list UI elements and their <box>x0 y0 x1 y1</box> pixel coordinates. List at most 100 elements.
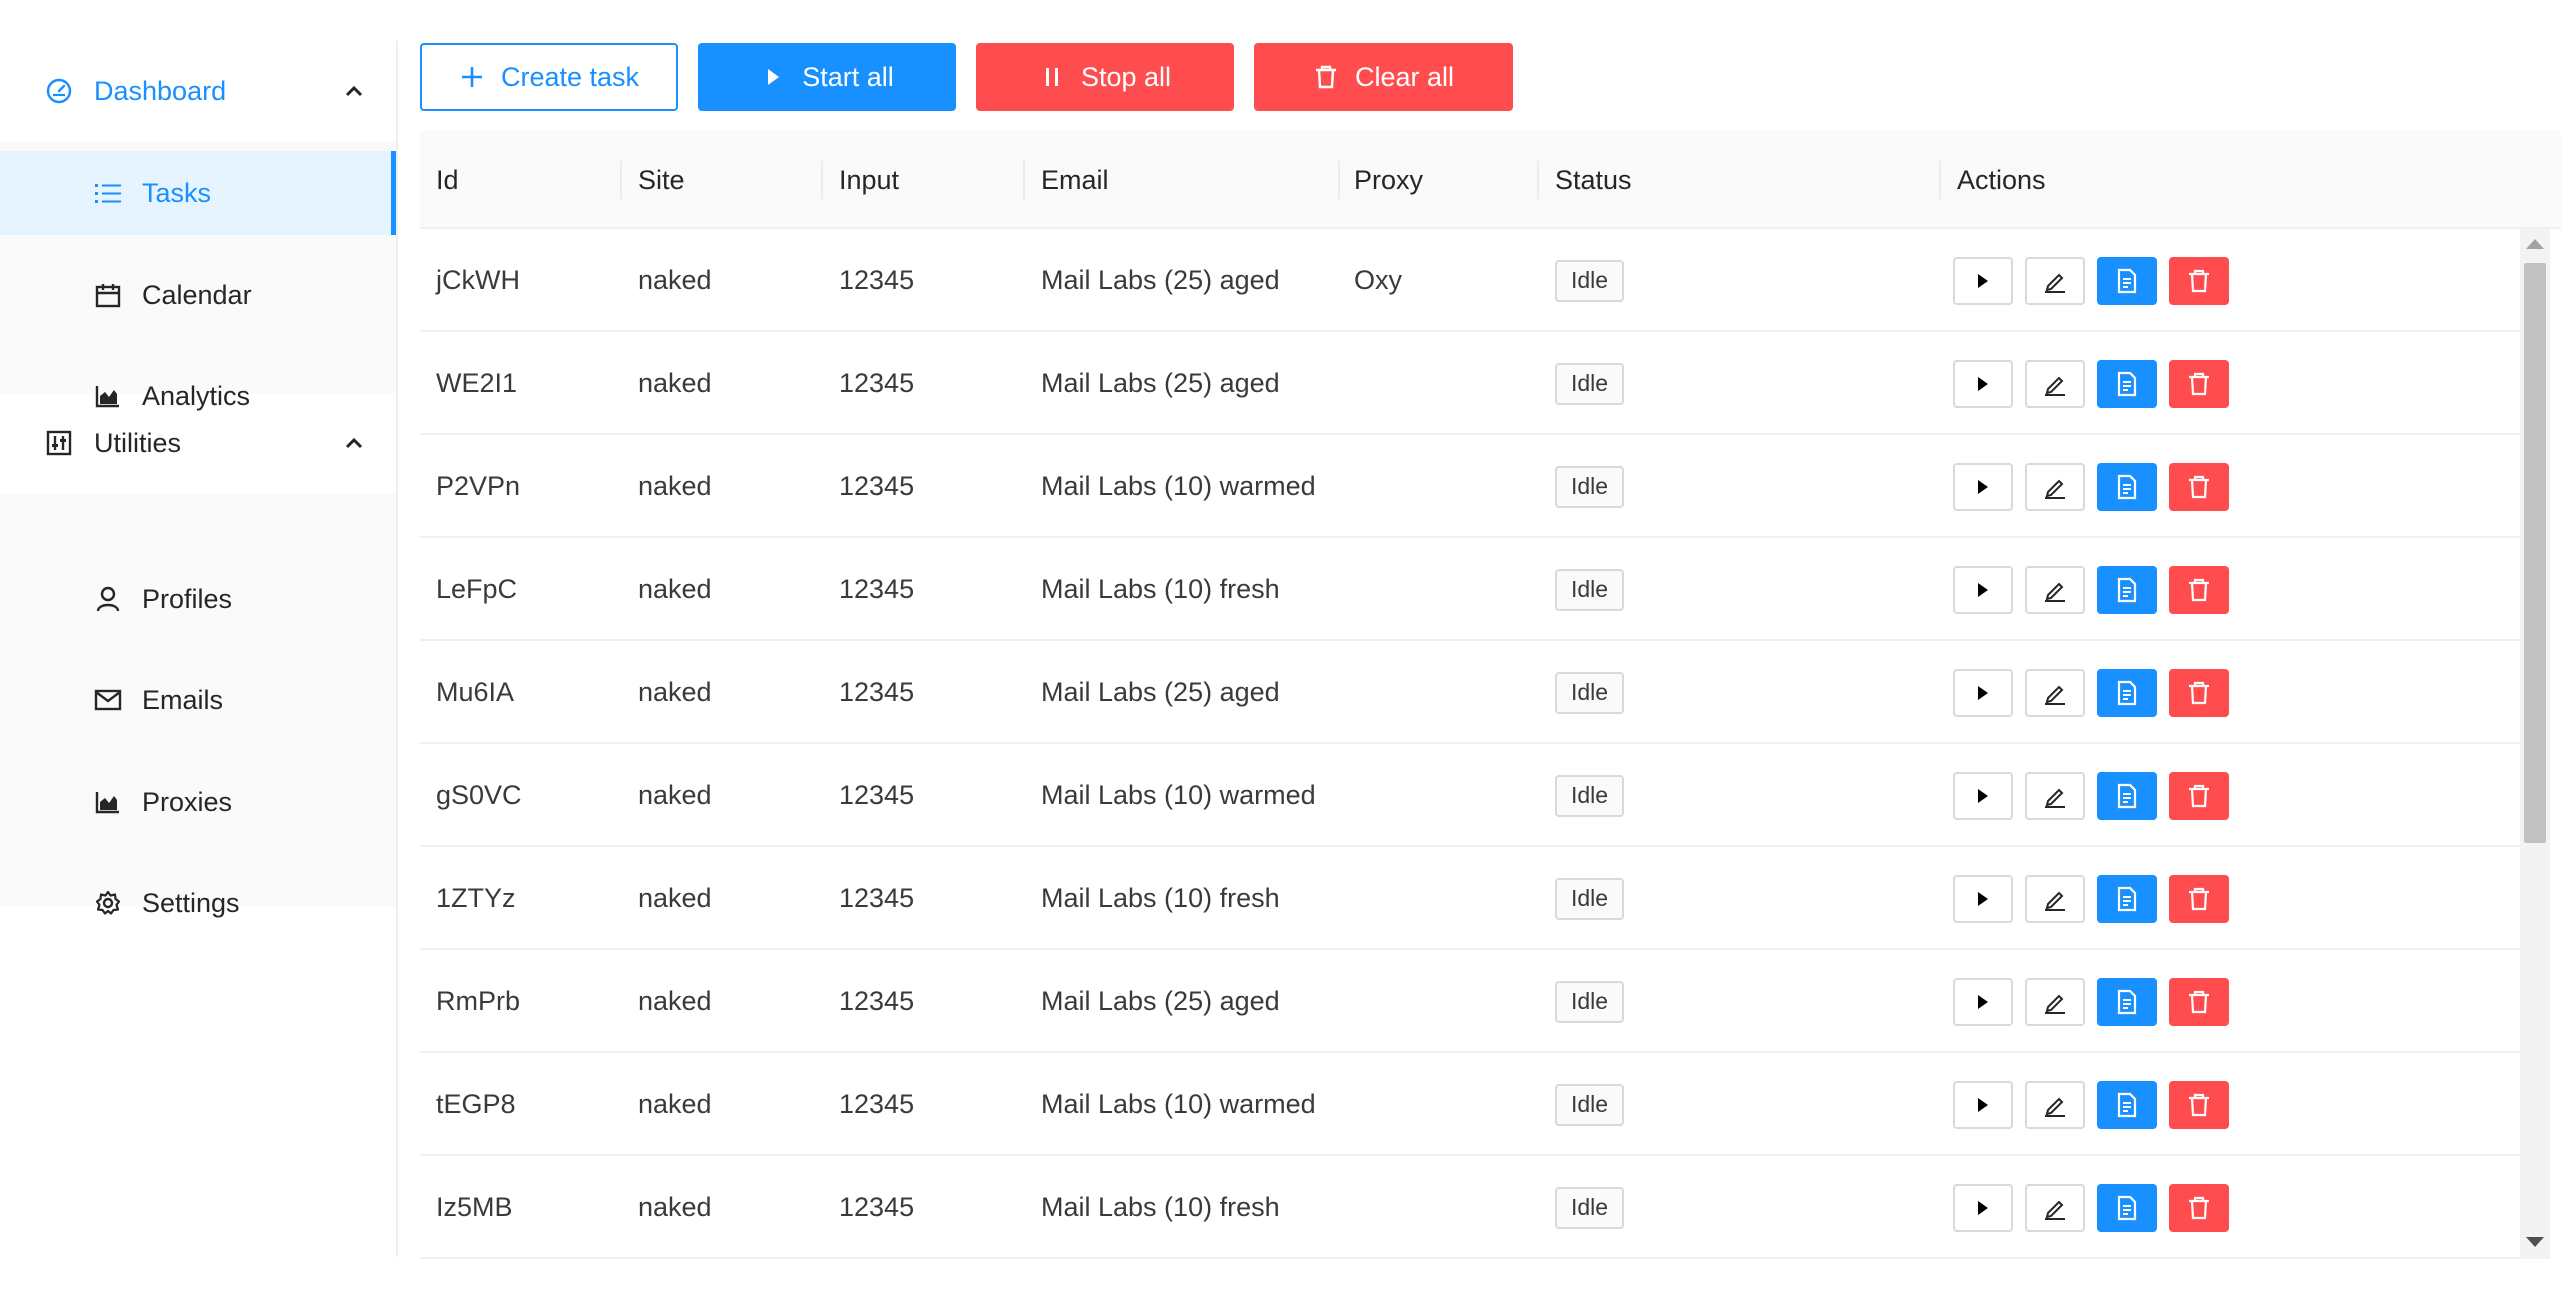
delete-task-button[interactable] <box>2169 669 2229 717</box>
caret-right-icon <box>1976 375 1990 393</box>
area-chart-icon <box>94 788 122 816</box>
status-badge: Idle <box>1555 1186 1625 1229</box>
status-badge: Idle <box>1555 877 1625 920</box>
start-task-button[interactable] <box>1953 463 2013 511</box>
view-log-button[interactable] <box>2097 463 2157 511</box>
table-row: gS0VC naked 12345 Mail Labs (10) warmed Idle <box>420 744 2520 847</box>
trash-icon <box>2188 990 2210 1014</box>
delete-task-button[interactable] <box>2169 257 2229 305</box>
edit-task-button[interactable] <box>2025 875 2085 923</box>
cell-site: naked <box>638 1192 712 1222</box>
cell-id: gS0VC <box>436 780 522 810</box>
sidebar-item-label: Settings <box>142 887 240 918</box>
menu-utilities[interactable]: Utilities <box>0 393 396 493</box>
menu-utilities-label: Utilities <box>94 427 182 458</box>
cell-status: Idle <box>1539 950 1625 1053</box>
start-all-button[interactable]: Start all <box>698 43 956 111</box>
cell-proxy <box>1338 435 1354 538</box>
edit-task-button[interactable] <box>2025 360 2085 408</box>
sidebar-item-tasks[interactable]: Tasks <box>0 151 396 235</box>
sidebar-item-label: Profiles <box>142 583 233 614</box>
delete-task-button[interactable] <box>2169 463 2229 511</box>
edit-task-button[interactable] <box>2025 669 2085 717</box>
sidebar-item-proxies[interactable]: Proxies <box>0 760 396 844</box>
trash-icon <box>2188 681 2210 705</box>
view-log-button[interactable] <box>2097 360 2157 408</box>
caret-right-icon <box>1976 478 1990 496</box>
delete-task-button[interactable] <box>2169 566 2229 614</box>
cell-input: 12345 <box>839 471 915 501</box>
cell-status: Idle <box>1539 641 1625 744</box>
column-header-actions: Actions <box>1957 164 2046 195</box>
start-task-button[interactable] <box>1953 360 2013 408</box>
edit-task-button[interactable] <box>2025 772 2085 820</box>
sidebar-item-emails[interactable]: Emails <box>0 658 396 742</box>
column-header-id[interactable]: Id <box>420 131 459 229</box>
cell-site: naked <box>638 780 712 810</box>
menu-dashboard[interactable]: Dashboard <box>0 41 396 141</box>
status-badge: Idle <box>1555 465 1625 508</box>
delete-task-button[interactable] <box>2169 360 2229 408</box>
scrollbar-thumb[interactable] <box>2524 263 2546 843</box>
start-task-button[interactable] <box>1953 1081 2013 1129</box>
edit-task-button[interactable] <box>2025 566 2085 614</box>
table-row: jCkWH naked 12345 Mail Labs (25) aged Oxy Idl… <box>420 229 2520 332</box>
table-scrollbar[interactable] <box>2520 229 2550 1259</box>
view-log-button[interactable] <box>2097 1081 2157 1129</box>
delete-task-button[interactable] <box>2169 772 2229 820</box>
row-actions <box>1953 1184 2229 1232</box>
start-task-button[interactable] <box>1953 875 2013 923</box>
edit-icon <box>2042 268 2068 294</box>
delete-task-button[interactable] <box>2169 875 2229 923</box>
column-header-status[interactable]: Status <box>1539 131 1632 229</box>
clear-all-button[interactable]: Clear all <box>1254 43 1513 111</box>
start-task-button[interactable] <box>1953 257 2013 305</box>
start-task-button[interactable] <box>1953 669 2013 717</box>
edit-task-button[interactable] <box>2025 1184 2085 1232</box>
view-log-button[interactable] <box>2097 875 2157 923</box>
plus-icon <box>459 64 485 90</box>
scroll-up-arrow-icon[interactable] <box>2526 239 2544 249</box>
cell-status: Idle <box>1539 1156 1625 1259</box>
sidebar-item-profiles[interactable]: Profiles <box>0 557 396 641</box>
view-log-button[interactable] <box>2097 1184 2157 1232</box>
view-log-button[interactable] <box>2097 772 2157 820</box>
edit-task-button[interactable] <box>2025 978 2085 1026</box>
status-badge: Idle <box>1555 568 1625 611</box>
edit-task-button[interactable] <box>2025 1081 2085 1129</box>
stop-all-button[interactable]: Stop all <box>976 43 1234 111</box>
start-task-button[interactable] <box>1953 566 2013 614</box>
dashboard-icon <box>44 76 74 106</box>
trash-icon <box>2188 887 2210 911</box>
column-header-email[interactable]: Email <box>1025 131 1109 229</box>
view-log-button[interactable] <box>2097 669 2157 717</box>
cell-id: LeFpC <box>436 574 518 604</box>
scroll-down-arrow-icon[interactable] <box>2526 1237 2544 1247</box>
cell-proxy <box>1338 950 1354 1053</box>
edit-task-button[interactable] <box>2025 463 2085 511</box>
edit-task-button[interactable] <box>2025 257 2085 305</box>
view-log-button[interactable] <box>2097 566 2157 614</box>
file-text-icon <box>2116 783 2138 809</box>
file-text-icon <box>2116 886 2138 912</box>
trash-icon <box>2188 475 2210 499</box>
start-task-button[interactable] <box>1953 978 2013 1026</box>
row-actions <box>1953 669 2229 717</box>
create-task-button[interactable]: Create task <box>420 43 678 111</box>
sidebar-item-calendar[interactable]: Calendar <box>0 253 396 337</box>
cell-input: 12345 <box>839 368 915 398</box>
start-task-button[interactable] <box>1953 772 2013 820</box>
cell-id: Mu6IA <box>436 677 515 707</box>
column-header-site[interactable]: Site <box>622 131 685 229</box>
delete-task-button[interactable] <box>2169 1081 2229 1129</box>
view-log-button[interactable] <box>2097 257 2157 305</box>
cell-status: Idle <box>1539 435 1625 538</box>
view-log-button[interactable] <box>2097 978 2157 1026</box>
start-task-button[interactable] <box>1953 1184 2013 1232</box>
column-header-input[interactable]: Input <box>823 131 899 229</box>
file-text-icon <box>2116 1092 2138 1118</box>
delete-task-button[interactable] <box>2169 1184 2229 1232</box>
delete-task-button[interactable] <box>2169 978 2229 1026</box>
sidebar-item-settings[interactable]: Settings <box>0 861 396 945</box>
column-header-proxy[interactable]: Proxy <box>1338 131 1423 229</box>
